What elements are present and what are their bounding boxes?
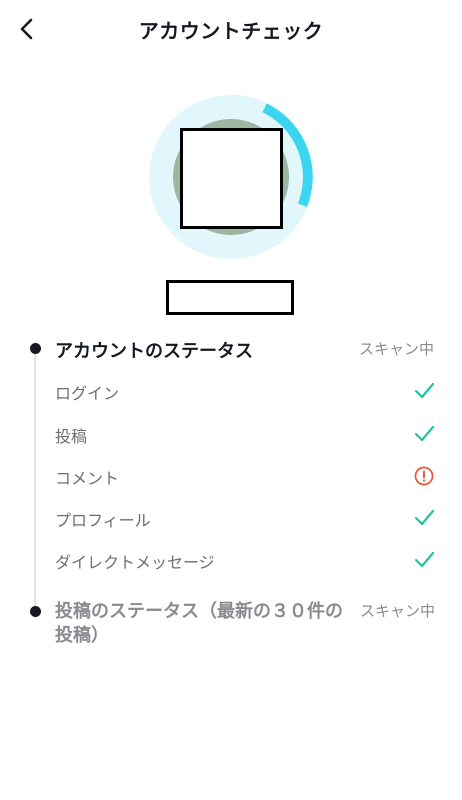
checkmark-icon — [414, 551, 435, 568]
page-title: アカウントチェック — [138, 19, 324, 43]
alert-circle-icon — [414, 466, 434, 486]
check-row-comments: コメント — [55, 461, 435, 491]
timeline-dot — [30, 343, 41, 354]
posts-scan-status: スキャン中 — [360, 602, 436, 620]
check-label: プロフィール — [55, 511, 151, 530]
check-label: 投稿 — [55, 427, 88, 446]
check-row-profile: プロフィール — [55, 503, 435, 533]
avatar-redaction — [180, 128, 283, 229]
checkmark-icon — [414, 425, 435, 442]
account-status-title: アカウントのステータス — [55, 341, 253, 362]
check-label: ダイレクトメッセージ — [55, 553, 215, 572]
check-row-posts: 投稿 — [55, 419, 435, 449]
header: アカウントチェック — [0, 0, 462, 58]
checkmark-icon — [414, 509, 435, 526]
timeline-line — [34, 350, 36, 612]
username-redaction — [166, 280, 294, 315]
check-row-direct-messages: ダイレクトメッセージ — [55, 545, 435, 575]
posts-status-title: 投稿のステータス（最新の３０件の投稿） — [55, 601, 343, 646]
check-label: ログイン — [55, 384, 120, 403]
check-row-login: ログイン — [55, 376, 435, 406]
check-label: コメント — [55, 469, 120, 488]
checkmark-icon — [414, 382, 435, 399]
timeline-dot — [30, 606, 41, 617]
account-scan-status: スキャン中 — [358, 340, 434, 358]
